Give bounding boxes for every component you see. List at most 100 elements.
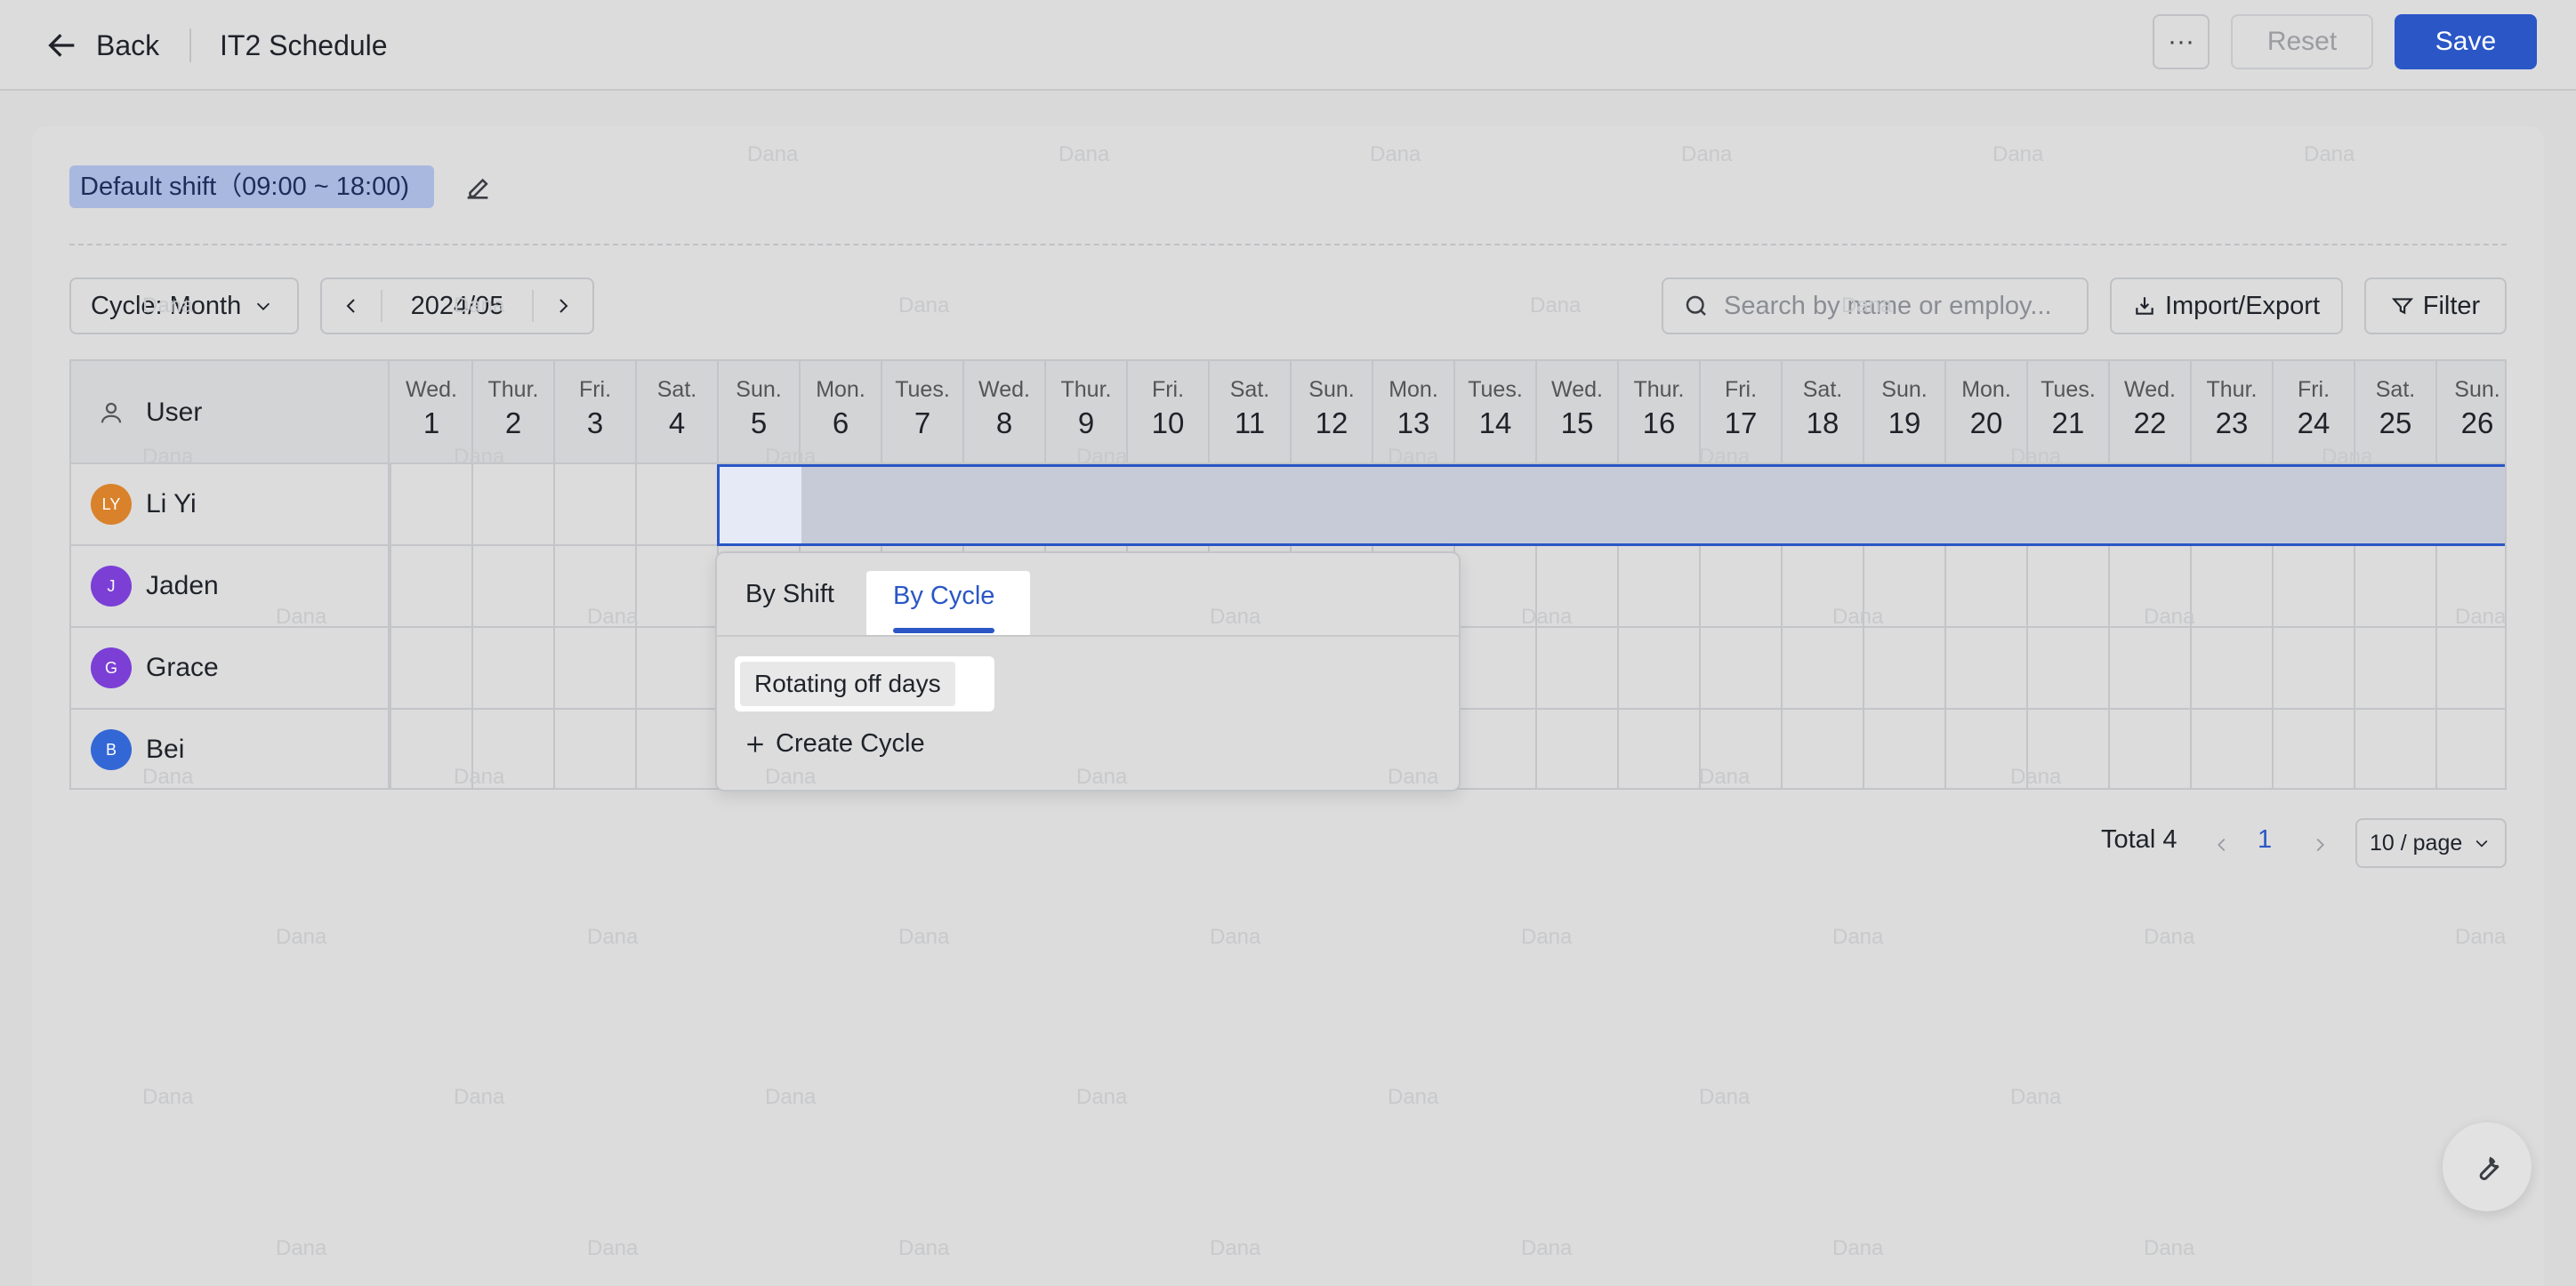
day-header: Fri. 10 [1128,361,1210,464]
day-header: Mon. 6 [801,361,882,464]
day-of-week: Wed. [1551,377,1603,402]
day-number: 23 [2215,406,2249,439]
edit-icon[interactable] [463,173,493,203]
day-of-week: Fri. [578,377,612,402]
selected-row-range[interactable] [717,464,2505,546]
day-header: Thur. 2 [473,361,555,464]
tab-by-cycle-label: By Cycle [893,582,995,610]
day-of-week: Mon. [1389,377,1438,402]
day-header: Sat. 25 [2355,361,2437,464]
day-of-week: Fri. [1151,377,1185,402]
search-input[interactable]: Search by name or employ... [1662,277,2089,334]
day-header: Tues. 14 [1455,361,1537,464]
day-of-week: Sun. [736,377,782,402]
user-icon [101,402,122,423]
plus-icon [747,735,763,752]
day-number: 20 [1969,406,2003,439]
user-cell[interactable]: J Jaden [71,546,390,626]
day-number: 24 [2297,406,2330,439]
save-button[interactable]: Save [2395,14,2537,69]
next-page-button[interactable] [2304,827,2336,863]
day-number: 13 [1397,406,1430,439]
day-of-week: Wed. [978,377,1030,402]
cycle-select-label: Cycle: Month [91,291,242,320]
current-page[interactable]: 1 [2258,825,2272,855]
day-number: 2 [504,406,522,439]
current-month[interactable]: 2024/05 [381,290,534,322]
day-number: 9 [1077,406,1095,439]
day-number: 1 [423,406,440,439]
user-column-header: User [71,361,390,464]
create-cycle-label: Create Cycle [776,729,925,758]
prev-page-button[interactable] [2206,827,2238,863]
day-header: Mon. 13 [1373,361,1455,464]
filter-label: Filter [2422,291,2481,320]
day-header: Fri. 24 [2274,361,2355,464]
user-cell[interactable]: B Bei [71,710,390,788]
prev-month-button[interactable] [322,279,381,333]
user-cell[interactable]: LY Li Yi [71,464,390,544]
day-of-week: Wed. [2124,377,2176,402]
page-size-select[interactable]: 10 / page [2355,818,2507,868]
back-button[interactable]: Back [44,23,159,68]
reset-button[interactable]: Reset [2231,14,2373,69]
wrench-icon [2479,1156,2500,1181]
dashed-divider [69,244,2507,245]
create-cycle-button[interactable]: Create Cycle [744,729,925,759]
chevron-down-icon [2475,840,2488,848]
day-of-week: Tues. [895,377,950,402]
day-header: Thur. 9 [1046,361,1128,464]
chevron-left-icon [2218,838,2226,852]
avatar: B [91,729,132,770]
day-number: 18 [1806,406,1839,439]
day-header: Fri. 3 [555,361,637,464]
tab-by-shift[interactable]: By Shift [745,580,834,609]
default-shift-chip[interactable]: Default shift（09:00 ~ 18:00) [69,165,434,208]
filter-button[interactable]: Filter [2364,277,2507,334]
day-number: 26 [2460,406,2494,439]
day-of-week: Mon. [1961,377,2011,402]
top-bar: Back IT2 Schedule ··· Reset Save [0,0,2576,91]
day-number: 25 [2379,406,2412,439]
more-button[interactable]: ··· [2153,14,2210,69]
day-number: 7 [914,406,931,439]
day-number: 12 [1315,406,1348,439]
next-month-button[interactable] [534,279,592,333]
day-number: 6 [832,406,849,439]
user-name: Jaden [146,571,219,600]
cycle-option-label: Rotating off days [740,662,955,706]
chevron-right-icon [559,299,568,313]
day-of-week: Wed. [406,377,457,402]
cycle-select[interactable]: Cycle: Month [69,277,299,334]
day-number: 22 [2133,406,2167,439]
day-of-week: Tues. [1468,377,1523,402]
back-label: Back [96,28,160,61]
user-cell[interactable]: G Grace [71,628,390,708]
day-number: 16 [1642,406,1676,439]
day-of-week: Fri. [1724,377,1758,402]
import-export-button[interactable]: Import/Export [2110,277,2343,334]
day-of-week: Sun. [1881,377,1928,402]
day-of-week: Sat. [1229,377,1270,402]
day-of-week: Sun. [2454,377,2500,402]
day-header: Tues. 21 [2028,361,2110,464]
day-number: 21 [2051,406,2085,439]
day-header: Wed. 15 [1537,361,1619,464]
filter-icon [2391,298,2413,315]
arrow-left-icon [48,34,75,57]
chevron-down-icon [257,302,270,310]
day-number: 19 [1888,406,1921,439]
day-header: Wed. 8 [964,361,1046,464]
selected-day-cell[interactable] [720,467,801,543]
day-header: Thur. 23 [2192,361,2274,464]
chevron-right-icon [2316,838,2324,852]
day-header: Wed. 1 [391,361,473,464]
day-header: Mon. 20 [1946,361,2028,464]
page-title: IT2 Schedule [220,29,388,61]
day-header: Sun. 5 [719,361,801,464]
tool-float-button[interactable] [2443,1122,2532,1211]
cycle-option[interactable]: Rotating off days [735,656,994,711]
tab-by-cycle[interactable]: By Cycle [866,571,1030,637]
day-number: 10 [1151,406,1185,439]
day-header: Fri. 17 [1701,361,1783,464]
